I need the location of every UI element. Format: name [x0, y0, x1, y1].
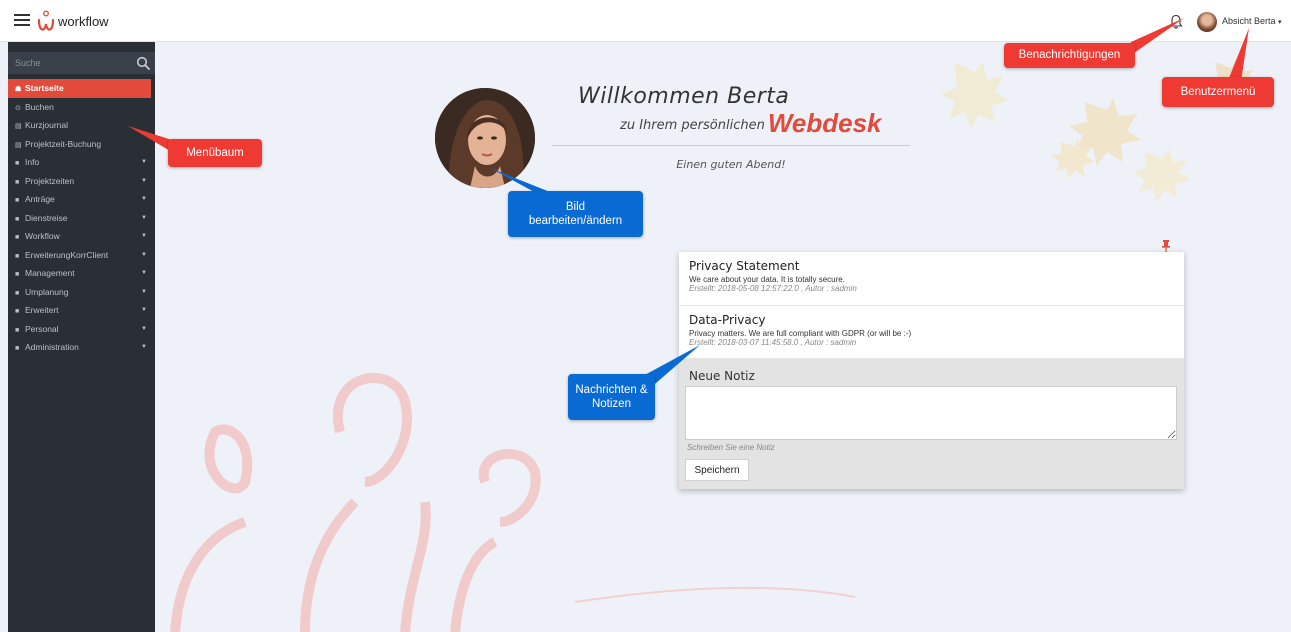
caret-down-icon: ▼	[141, 177, 147, 184]
sidebar-item-label: Projektzeiten	[25, 175, 75, 186]
people-silhouettes-decoration	[170, 373, 541, 632]
user-menu[interactable]: Absicht Berta ▾	[1222, 16, 1282, 26]
sidebar-item-startseite[interactable]: ☗ Startseite	[8, 79, 151, 98]
messages-notes-callout: Nachrichten & Notizen	[568, 374, 655, 420]
sidebar-item-label: Dienstreise	[25, 212, 68, 223]
sidebar-item-projektzeit-buchung[interactable]: ▤ Projektzeit-Buchung	[8, 135, 155, 154]
sidebar-item-label: Buchen	[25, 101, 54, 112]
caret-down-icon: ▼	[141, 196, 147, 202]
menu-tree-callout: Menübaum	[168, 139, 262, 167]
webdesk-product-name: Webdesk	[767, 108, 882, 138]
workflow-logo-icon	[37, 10, 55, 31]
sidebar-item-administration[interactable]: ■ Administration ▼	[8, 338, 155, 357]
profile-picture[interactable]	[435, 88, 535, 188]
sidebar-item-info[interactable]: ■ Info ▼	[8, 153, 155, 172]
sidebar-item-label: ErweiterungKorrClient	[25, 249, 109, 260]
portrait-image	[435, 88, 535, 188]
sidebar-item-label: Management	[25, 268, 75, 278]
caret-down-icon: ▼	[141, 288, 147, 295]
sidebar-item-label: Startseite	[25, 83, 64, 93]
new-note-title: Neue Notiz	[689, 369, 755, 383]
sidebar-item-label: Administration	[25, 342, 79, 352]
message-item[interactable]: Data-Privacy Privacy matters. We are ful…	[679, 306, 1184, 359]
sidebar-item-dienstreise[interactable]: ■ Dienstreise ▼	[8, 209, 155, 228]
new-note-section: Neue Notiz Schreiben Sie eine Notiz Spei…	[679, 359, 1184, 489]
sidebar-item-label: Anträge	[25, 194, 55, 204]
hamburger-menu-icon[interactable]	[14, 14, 30, 26]
message-meta: Erstellt: 2018-05-08 12:57:22.0 , Autor …	[689, 284, 857, 293]
user-menu-callout: Benutzermenü	[1162, 77, 1274, 107]
sidebar-item-umplanung[interactable]: ■ Umplanung ▼	[8, 283, 155, 302]
sidebar: ☗Startseite⊙Buchen▤Kurzjournal▤Projektze…	[8, 42, 155, 632]
folder-icon: ■	[15, 345, 20, 352]
message-item[interactable]: Privacy Statement We care about your dat…	[679, 252, 1184, 306]
message-title: Data-Privacy	[689, 313, 766, 327]
sidebar-item-antr-ge[interactable]: ■ Anträge ▼	[8, 190, 155, 209]
sidebar-item-kurzjournal[interactable]: ▤ Kurzjournal	[8, 116, 155, 135]
save-button[interactable]: Speichern	[685, 459, 749, 481]
avatar[interactable]	[1197, 12, 1217, 32]
sidebar-item-label: Workflow	[25, 231, 60, 241]
brand-name: workflow	[58, 14, 109, 29]
caret-down-icon: ▼	[141, 270, 147, 276]
sidebar-item-label: Erweitert	[25, 305, 59, 315]
search-box	[8, 52, 155, 74]
greeting-text: Einen guten Abend!	[676, 158, 786, 171]
message-body: Privacy matters. We are full compliant w…	[689, 329, 912, 338]
welcome-divider	[552, 145, 910, 146]
sidebar-item-label: Umplanung	[25, 286, 69, 297]
menu-tree: ☗ Startseite ⊙ Buchen ▤ Kurzjournal ▤ Projektze…	[8, 79, 155, 357]
sidebar-item-label: Info	[25, 157, 40, 167]
sidebar-item-erweitert[interactable]: ■ Erweitert ▼	[8, 301, 155, 320]
caret-down-icon: ▾	[1278, 19, 1282, 26]
message-meta: Erstellt: 2018-03-07 11:45:58.0 , Autor …	[689, 338, 857, 347]
welcome-title: Willkommen Berta	[578, 84, 790, 109]
message-title: Privacy Statement	[689, 259, 800, 273]
caret-down-icon: ▼	[141, 325, 147, 332]
bell-icon[interactable]	[1169, 14, 1183, 29]
welcome-subtitle-text: zu Ihrem persönlichen	[620, 118, 765, 133]
sidebar-item-label: Kurzjournal	[25, 120, 68, 130]
sidebar-item-workflow[interactable]: ■ Workflow ▼	[8, 227, 155, 246]
edit-picture-callout: Bild bearbeiten/ändern	[508, 191, 643, 237]
sidebar-item-buchen[interactable]: ⊙ Buchen	[8, 98, 155, 117]
sidebar-item-personal[interactable]: ■ Personal ▼	[8, 320, 155, 339]
caret-down-icon: ▼	[141, 251, 147, 258]
note-textarea[interactable]	[685, 386, 1177, 440]
caret-down-icon: ▼	[141, 159, 147, 165]
caret-down-icon: ▼	[141, 344, 147, 350]
caret-down-icon: ▼	[141, 233, 147, 239]
user-menu-label: Absicht Berta	[1222, 16, 1276, 26]
note-hint: Schreiben Sie eine Notiz	[687, 443, 775, 452]
search-icon[interactable]	[136, 56, 150, 70]
sidebar-item-label: Projektzeit-Buchung	[25, 138, 102, 149]
caret-down-icon: ▼	[141, 307, 147, 313]
search-input[interactable]	[8, 52, 128, 74]
sidebar-item-label: Personal	[25, 323, 59, 334]
notifications-callout: Benachrichtigungen	[1004, 43, 1135, 68]
sidebar-item-projektzeiten[interactable]: ■ Projektzeiten ▼	[8, 172, 155, 191]
message-body: We care about your data. It is totally s…	[689, 275, 845, 284]
welcome-subtitle: zu Ihrem persönlichen Webdesk	[620, 108, 882, 139]
sidebar-item-erweiterungkorrclient[interactable]: ■ ErweiterungKorrClient ▼	[8, 246, 155, 265]
top-bar: workflow Absicht Berta ▾	[0, 0, 1291, 42]
sidebar-item-management[interactable]: ■ Management ▼	[8, 264, 155, 283]
messages-panel: Privacy Statement We care about your dat…	[679, 252, 1184, 489]
caret-down-icon: ▼	[141, 214, 147, 221]
pin-icon[interactable]	[1161, 240, 1171, 252]
